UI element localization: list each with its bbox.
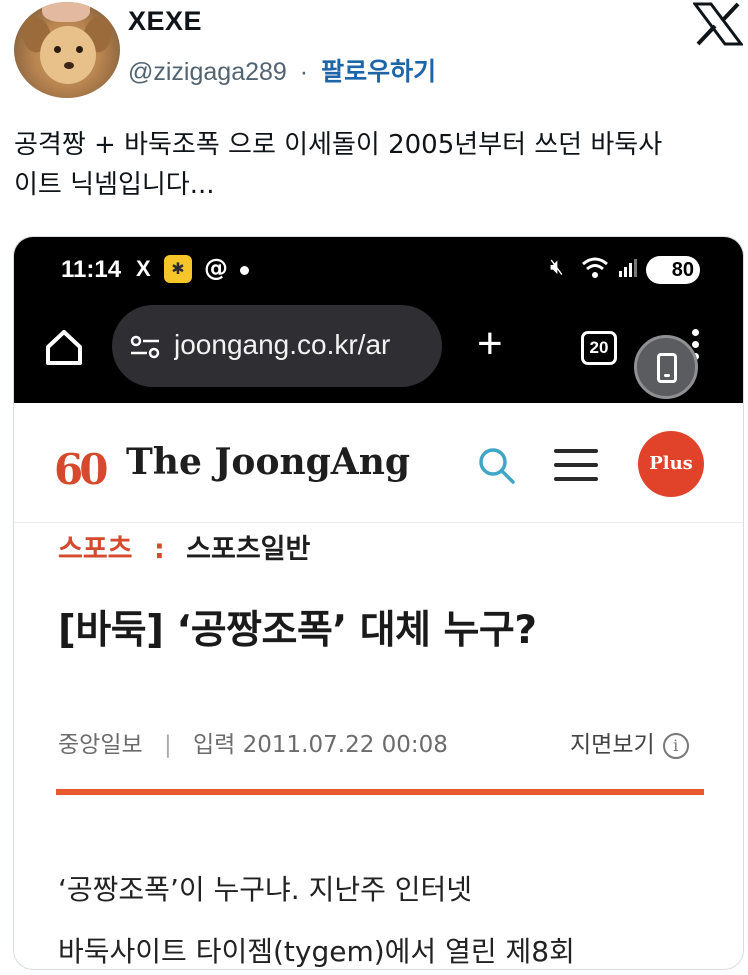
category-separator: :	[153, 534, 165, 565]
new-tab-button[interactable]: +	[477, 319, 503, 369]
category-link[interactable]: 스포츠	[58, 534, 133, 565]
dog-face	[40, 26, 96, 84]
meta-separator: |	[163, 732, 172, 758]
author-name[interactable]: XEXE	[128, 6, 202, 37]
site-header: 60 The JoongAng Plus	[14, 403, 743, 523]
mobile-view-icon[interactable]	[634, 335, 698, 399]
info-icon[interactable]: i	[662, 732, 689, 759]
tab-switcher-button[interactable]: 20	[581, 331, 617, 365]
dog-eye-left	[54, 46, 61, 53]
handle-row: @zizigaga289 · 팔로우하기	[128, 52, 436, 88]
tweet-media-image[interactable]: 11:14 X ✱ @ 🔇︎ 80 joongang.co.kr/ar + 20…	[13, 236, 744, 970]
article-divider	[56, 789, 704, 795]
tweet-text: 공격짱 + 바둑조폭 으로 이세돌이 2005년부터 쓰던 바둑사 이트 닉넴입…	[14, 125, 739, 205]
mute-icon: 🔇︎	[550, 255, 564, 280]
search-icon[interactable]	[476, 445, 516, 485]
avatar[interactable]	[14, 2, 120, 98]
site-settings-icon[interactable]	[130, 335, 160, 359]
site-logo[interactable]: The JoongAng	[126, 441, 410, 483]
article-headline: [바둑] ‘공짱조폭’ 대체 누구?	[58, 608, 537, 653]
x-logo-icon[interactable]	[693, 2, 743, 46]
follow-button[interactable]: 팔로우하기	[321, 58, 436, 86]
hamburger-menu-icon[interactable]	[554, 449, 598, 483]
article-source: 중앙일보	[58, 732, 143, 758]
phone-status-bar: 11:14 X ✱ @ 🔇︎ 80	[14, 237, 743, 303]
tweet-text-line: 공격짱 + 바둑조폭 으로 이세돌이 2005년부터 쓰던 바둑사	[14, 130, 663, 160]
kakao-notification-icon: ✱	[164, 255, 192, 283]
article-meta: 중앙일보 | 입력 2011.07.22 00:08	[58, 725, 448, 759]
dog-nose	[64, 62, 74, 69]
article-body-line: 바둑사이트 타이젬(tygem)에서 열린 제8회	[58, 935, 575, 968]
author-handle[interactable]: @zizigaga289	[128, 58, 287, 86]
subcategory-link[interactable]: 스포츠일반	[186, 534, 310, 565]
browser-toolbar: joongang.co.kr/ar + 20	[14, 303, 743, 403]
article-body-line: ‘공짱조폭’이 누구냐. 지난주 인터넷	[58, 873, 473, 906]
url-text[interactable]: joongang.co.kr/ar	[174, 329, 434, 361]
threads-notification-icon: @	[204, 254, 228, 282]
dog-eye-right	[76, 46, 83, 53]
logo-60-mark[interactable]: 60	[54, 445, 108, 494]
signal-icon	[619, 259, 637, 277]
status-time: 11:14	[61, 256, 122, 283]
breadcrumb: 스포츠 : 스포츠일반	[58, 527, 310, 566]
hand	[42, 2, 90, 22]
tweet-text-line: 이트 닉넴입니다...	[14, 170, 215, 200]
x-notification-icon: X	[136, 256, 151, 281]
plus-button[interactable]: Plus	[638, 431, 704, 497]
wifi-icon	[582, 257, 608, 278]
article-body: ‘공짱조폭’이 누구냐. 지난주 인터넷 바둑사이트 타이젬(tygem)에서 …	[58, 859, 718, 969]
address-bar[interactable]: joongang.co.kr/ar	[112, 305, 442, 387]
paper-view-button[interactable]: 지면보기 i	[570, 725, 689, 759]
published-date: 입력 2011.07.22 00:08	[193, 732, 448, 758]
home-icon[interactable]	[44, 327, 84, 367]
paper-view-label[interactable]: 지면보기	[570, 732, 655, 758]
separator-dot: ·	[299, 58, 309, 86]
more-notifications-dot-icon	[240, 266, 249, 275]
battery-indicator: 80	[646, 256, 700, 284]
